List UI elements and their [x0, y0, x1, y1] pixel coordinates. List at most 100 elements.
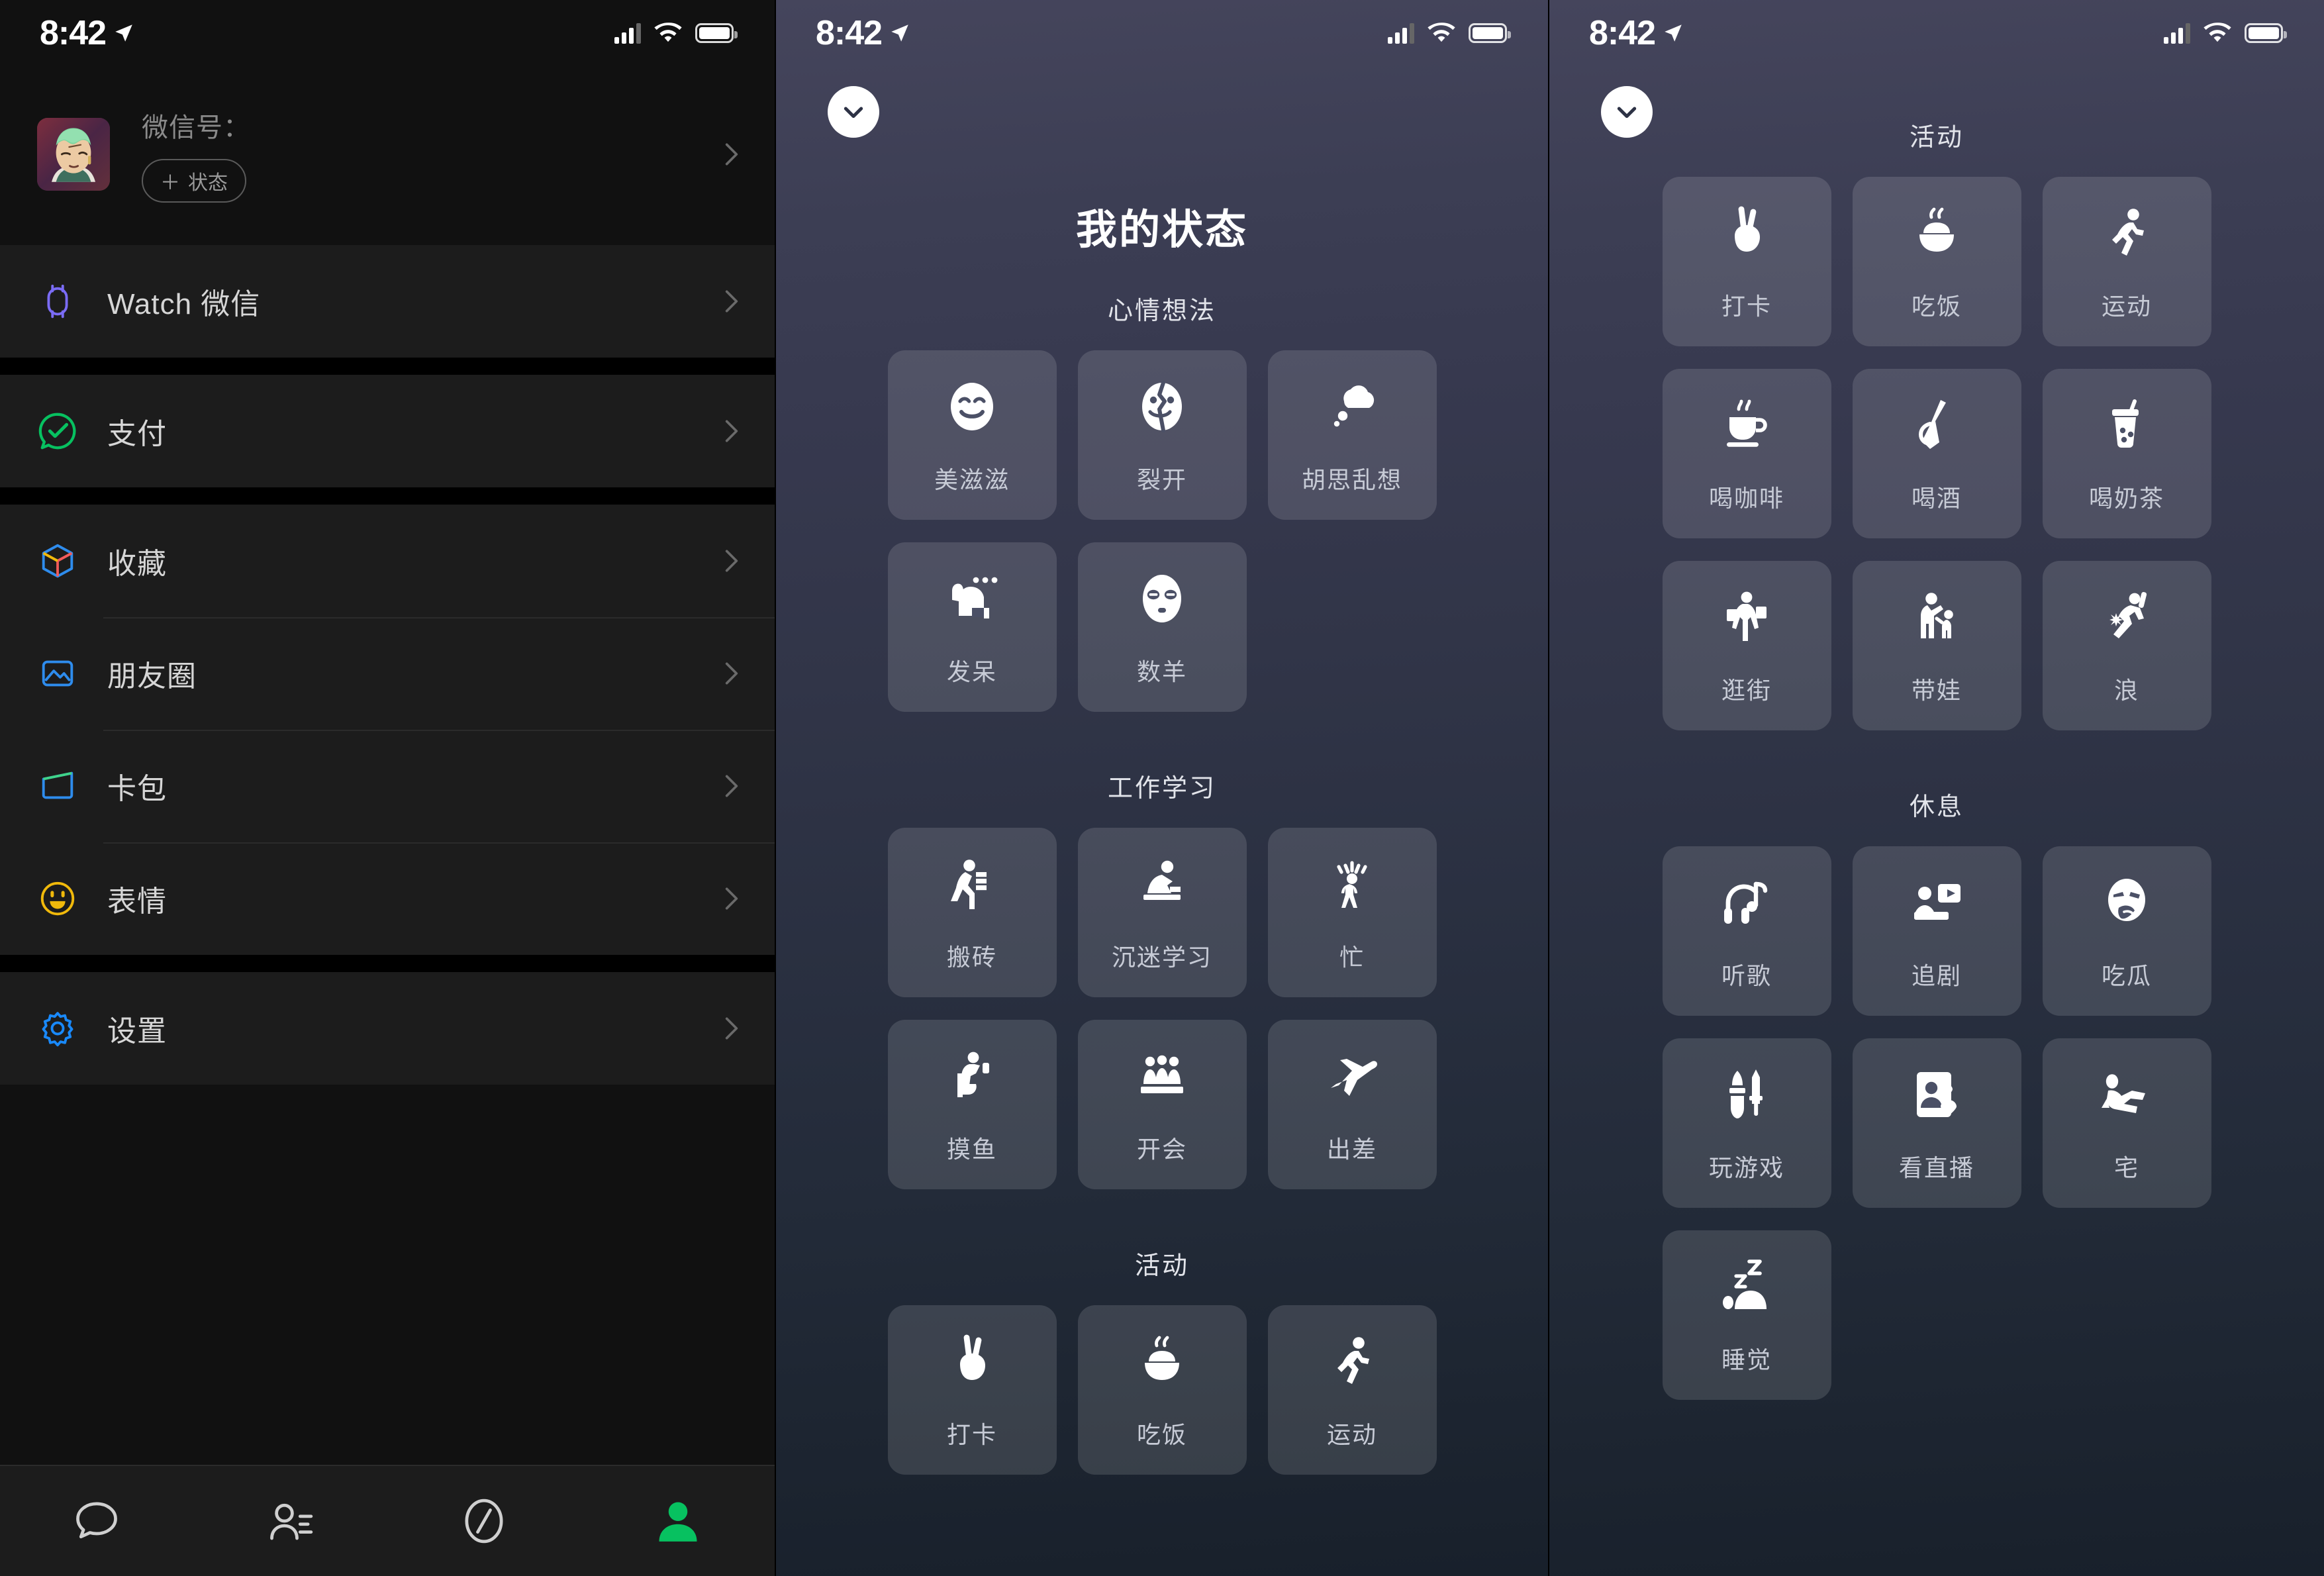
- status-card[interactable]: 裂开: [1077, 350, 1247, 520]
- status-card[interactable]: 浪: [2042, 561, 2211, 730]
- status-card[interactable]: 睡觉: [1662, 1230, 1831, 1400]
- sidebar-item-label: Watch 微信: [107, 288, 261, 320]
- status-card[interactable]: 看直播: [1852, 1038, 2021, 1208]
- status-card-label: 摸鱼: [946, 1136, 997, 1163]
- group-divider: [0, 358, 775, 375]
- chevron-right-icon: [725, 1017, 738, 1040]
- chat-bubble-icon: [76, 1502, 118, 1539]
- status-card[interactable]: 运动: [2042, 177, 2211, 346]
- collapse-button[interactable]: [1601, 86, 1653, 138]
- status-card[interactable]: 打卡: [887, 1305, 1057, 1475]
- status-card[interactable]: 数羊: [1077, 542, 1247, 712]
- chevron-right-icon: [725, 420, 738, 442]
- status-grid-work: 搬砖 沉迷学习 忙 摸鱼 开会 出差: [776, 828, 1548, 1189]
- running-person-icon: [2095, 201, 2158, 265]
- tab-chats[interactable]: [0, 1496, 194, 1546]
- sleepy-face-icon: [1130, 567, 1194, 630]
- status-card[interactable]: 吃饭: [1852, 177, 2021, 346]
- sidebar-item-favorites[interactable]: 收藏: [0, 505, 775, 617]
- location-arrow-icon: [891, 25, 908, 42]
- cracked-face-icon: [1130, 375, 1194, 438]
- status-card[interactable]: 打卡: [1662, 177, 1831, 346]
- chevron-right-icon: [725, 290, 738, 313]
- chevron-down-icon: [1617, 107, 1637, 119]
- status-card[interactable]: 美滋滋: [887, 350, 1057, 520]
- coffee-cup-icon: [1715, 393, 1778, 457]
- shopping-person-icon: [1715, 585, 1778, 649]
- status-bar-right: [2164, 23, 2287, 44]
- status-card[interactable]: 忙: [1267, 828, 1437, 997]
- status-card[interactable]: 胡思乱想: [1267, 350, 1437, 520]
- sidebar-item-watch-wechat[interactable]: Watch 微信: [0, 245, 775, 358]
- status-card[interactable]: 吃瓜: [2042, 846, 2211, 1016]
- status-card[interactable]: 宅: [2042, 1038, 2211, 1208]
- profile-row[interactable]: 微信号： ＋ 状态: [0, 66, 775, 245]
- tab-contacts[interactable]: [194, 1496, 388, 1546]
- status-card[interactable]: 喝酒: [1852, 369, 2021, 538]
- status-bar-clock: 8:42: [40, 14, 107, 52]
- add-status-button[interactable]: ＋ 状态: [142, 159, 246, 203]
- tab-discover[interactable]: [387, 1496, 581, 1546]
- status-card[interactable]: 出差: [1267, 1020, 1437, 1189]
- status-card[interactable]: 发呆: [887, 542, 1057, 712]
- status-card-label: 胡思乱想: [1301, 466, 1402, 493]
- status-card-label: 喝咖啡: [1708, 485, 1784, 512]
- busy-person-icon: [1320, 852, 1384, 916]
- menu-group-content: 收藏 朋友圈 卡包 表情: [0, 505, 775, 955]
- sidebar-item-label: 表情: [107, 885, 167, 918]
- status-card[interactable]: 追剧: [1852, 846, 2021, 1016]
- status-grid-rest: 听歌 追剧 吃瓜 玩游戏 看直播 宅 睡觉: [1549, 846, 2324, 1400]
- meeting-people-icon: [1130, 1044, 1194, 1108]
- collapse-button[interactable]: [828, 86, 879, 138]
- profile-info: 微信号： ＋ 状态: [142, 106, 693, 203]
- chevron-down-icon: [844, 107, 863, 119]
- add-status-label: 状态: [188, 172, 228, 194]
- status-card[interactable]: 运动: [1267, 1305, 1437, 1475]
- peace-hand-icon: [940, 1330, 1004, 1393]
- status-card-label: 宅: [2113, 1154, 2139, 1181]
- airplane-icon: [1320, 1044, 1384, 1108]
- sidebar-item-label: 朋友圈: [107, 660, 197, 693]
- status-grid-mood: 美滋滋 裂开 胡思乱想 发呆 数羊: [776, 350, 1548, 712]
- sidebar-item-moments[interactable]: 朋友圈: [0, 617, 775, 730]
- status-card-label: 打卡: [1721, 293, 1772, 320]
- page-title: 我的状态: [1075, 207, 1248, 253]
- location-arrow-icon: [115, 25, 132, 42]
- status-card-label: 追剧: [1911, 962, 1962, 989]
- status-card[interactable]: 开会: [1077, 1020, 1247, 1189]
- chevron-right-icon: [725, 887, 738, 910]
- location-arrow-icon: [1665, 25, 1682, 42]
- thought-cloud-icon: [1320, 375, 1384, 438]
- status-card[interactable]: 喝奶茶: [2042, 369, 2211, 538]
- status-grid-activity: 打卡 吃饭 运动: [1549, 177, 2324, 730]
- status-grid-activity: 打卡 吃饭 运动: [776, 1305, 1548, 1475]
- person-icon: [659, 1502, 697, 1542]
- sidebar-item-stickers[interactable]: 表情: [0, 842, 775, 955]
- status-card[interactable]: 摸鱼: [887, 1020, 1057, 1189]
- parent-child-icon: [1905, 585, 1968, 649]
- status-card[interactable]: 听歌: [1662, 846, 1831, 1016]
- sidebar-item-pay[interactable]: 支付: [0, 375, 775, 487]
- status-card[interactable]: 逛街: [1662, 561, 1831, 730]
- cards-wallet-icon: [42, 771, 73, 799]
- status-card-label: 裂开: [1136, 466, 1187, 493]
- status-bar-right: [1388, 23, 1511, 44]
- sidebar-item-cards[interactable]: 卡包: [0, 730, 775, 842]
- studying-desk-icon: [1130, 852, 1194, 916]
- status-card-label: 沉迷学习: [1111, 944, 1212, 971]
- avatar[interactable]: [37, 118, 110, 191]
- status-card-label: 吃瓜: [2101, 962, 2152, 989]
- status-card[interactable]: 搬砖: [887, 828, 1057, 997]
- sidebar-item-settings[interactable]: 设置: [0, 972, 775, 1085]
- status-card-label: 看直播: [1898, 1154, 1974, 1181]
- group-divider: [0, 487, 775, 505]
- chevron-right-icon: [725, 775, 738, 797]
- tab-me[interactable]: [581, 1496, 775, 1546]
- status-card[interactable]: 喝咖啡: [1662, 369, 1831, 538]
- status-card-label: 喝奶茶: [2088, 485, 2164, 512]
- status-card[interactable]: 带娃: [1852, 561, 2021, 730]
- status-card[interactable]: 玩游戏: [1662, 1038, 1831, 1208]
- status-card[interactable]: 沉迷学习: [1077, 828, 1247, 997]
- liquor-bottle-icon: [1905, 393, 1968, 457]
- status-card[interactable]: 吃饭: [1077, 1305, 1247, 1475]
